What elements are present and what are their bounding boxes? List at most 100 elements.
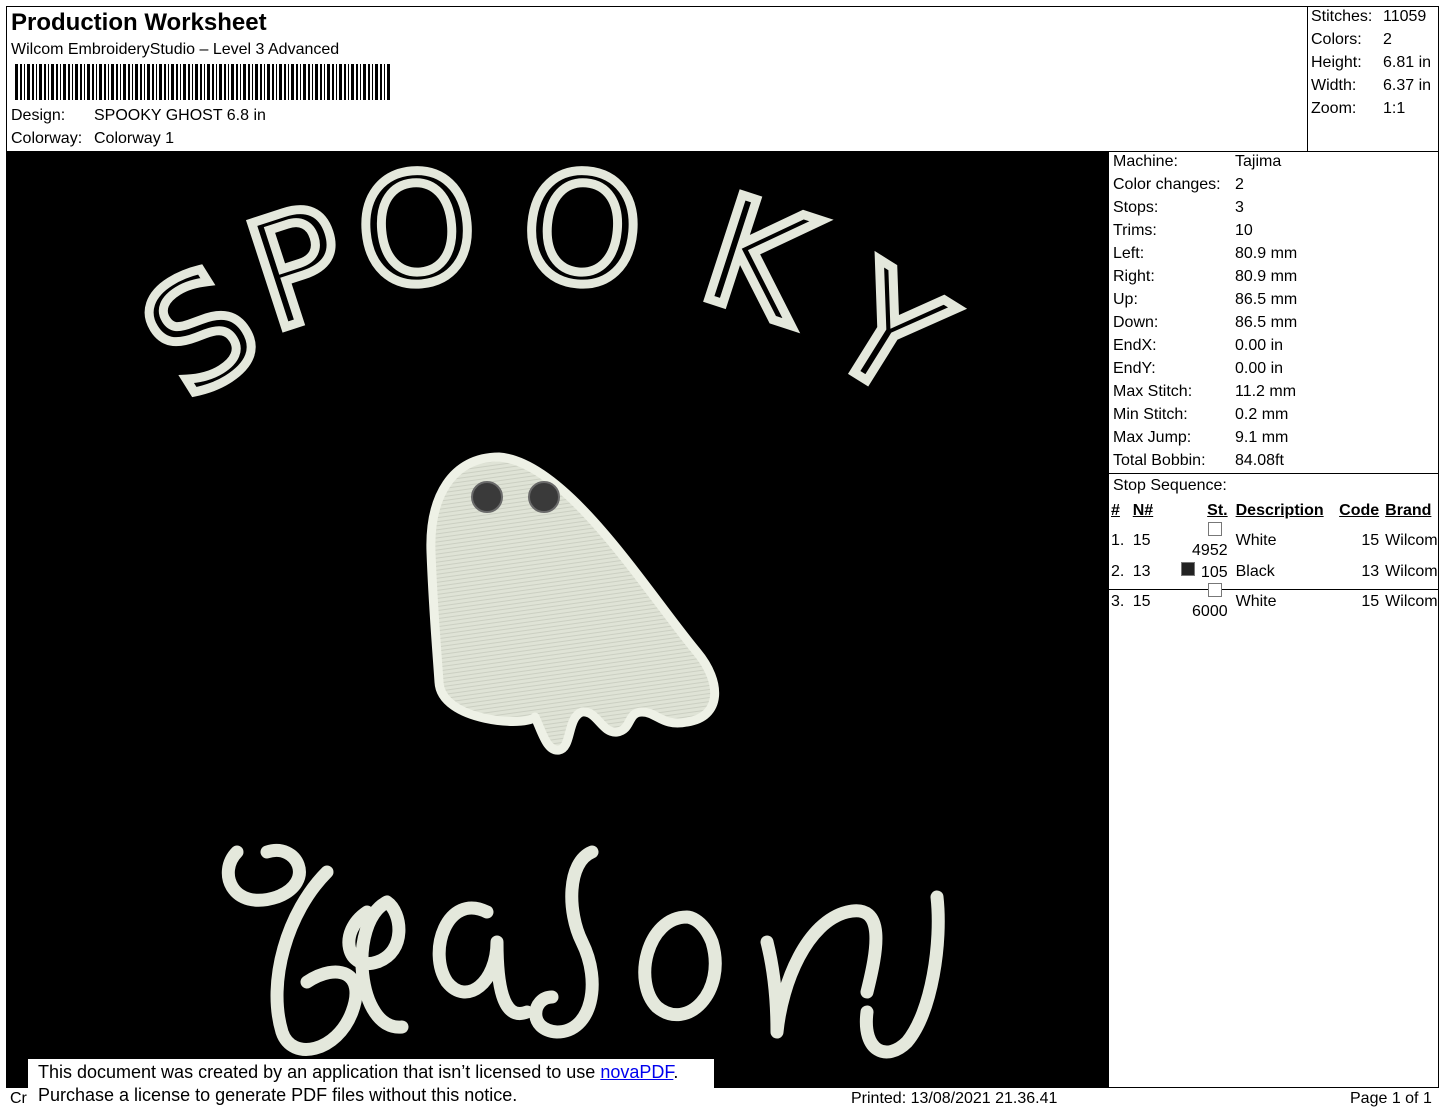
cell-text: 1.: [1111, 532, 1125, 549]
info-value: 80.9 mm: [1235, 245, 1298, 262]
barcode-bar: [200, 64, 202, 100]
machine-info-row: Machine: Tajima: [1113, 153, 1281, 171]
barcode-bar: [272, 64, 274, 100]
cell-text: Wilcom: [1385, 562, 1438, 580]
notice-text: .: [673, 1062, 679, 1082]
license-notice: This document was created by an applicat…: [28, 1059, 714, 1109]
info-value: 86.5 mm: [1235, 314, 1298, 331]
barcode-bar: [51, 64, 54, 100]
color-swatch-icon: [1207, 583, 1222, 597]
barcode-bar: [300, 64, 301, 100]
info-value: 86.5 mm: [1235, 291, 1298, 308]
machine-info-row: Total Bobbin: 84.08ft: [1113, 452, 1284, 470]
barcode-bar: [75, 64, 78, 100]
barcode-bar: [84, 64, 85, 100]
machine-info-row: Up: 86.5 mm: [1113, 291, 1297, 309]
info-value: Tajima: [1235, 153, 1282, 170]
cell-text: 105: [1200, 563, 1228, 581]
info-value: 84.08ft: [1235, 452, 1284, 469]
footer-printed: Printed: 13/08/2021 21.36.41: [851, 1090, 1058, 1107]
barcode-bar: [279, 64, 282, 100]
barcode-bar: [171, 64, 174, 100]
barcode-bar: [264, 64, 265, 100]
barcode-bar: [63, 64, 66, 100]
barcode-bar: [276, 64, 277, 100]
design-label: Design:: [11, 107, 66, 124]
info-label: Up:: [1113, 291, 1138, 308]
machine-info-row: Max Jump: 9.1 mm: [1113, 429, 1288, 447]
stop-sequence-title: Stop Sequence:: [1113, 477, 1227, 494]
novapdf-link[interactable]: novaPDF: [600, 1062, 673, 1082]
column-header: St.: [1207, 501, 1228, 519]
barcode-bar: [123, 64, 126, 100]
season-letter-s1: [270, 865, 363, 1056]
machine-info-row: Trims: 10: [1113, 222, 1253, 240]
info-label: EndY:: [1113, 360, 1156, 377]
barcode-bar: [219, 64, 222, 100]
column-header: Description: [1235, 501, 1324, 519]
barcode-bar: [80, 64, 82, 100]
column-header: N#: [1132, 501, 1154, 519]
machine-info-row: Max Stitch: 11.2 mm: [1113, 383, 1296, 401]
barcode-bar: [156, 64, 157, 100]
barcode-bar: [384, 64, 385, 100]
barcode-bar: [228, 64, 229, 100]
barcode-bar: [144, 64, 145, 100]
column-header: #: [1111, 501, 1120, 519]
cell-text: White: [1235, 532, 1277, 549]
barcode-bar: [363, 64, 366, 100]
barcode-bar: [344, 64, 346, 100]
frame-border: [6, 6, 1439, 7]
colorway-value: Colorway 1: [94, 130, 175, 147]
barcode: [15, 64, 390, 100]
cell-text: White: [1235, 593, 1277, 610]
info-label: Max Jump:: [1113, 429, 1192, 446]
cell-text: 6000: [1192, 603, 1228, 620]
barcode-bar: [324, 64, 325, 100]
barcode-bar: [308, 64, 310, 100]
spooky-text: SPO O KY: [110, 152, 977, 437]
table-row: 3. 15 6000 White 15 Wilcom: [1111, 583, 1445, 621]
info-value: 10: [1235, 222, 1253, 239]
machine-info-row: Down: 86.5 mm: [1113, 314, 1297, 332]
info-value: 2: [1235, 176, 1244, 193]
table-cell-st: 105: [1172, 560, 1235, 583]
machine-info-row: EndX: 0.00 in: [1113, 337, 1283, 355]
barcode-bar: [368, 64, 370, 100]
barcode-bar: [212, 64, 214, 100]
machine-info-row: EndY: 0.00 in: [1113, 360, 1283, 378]
design-value: SPOOKY GHOST 6.8 in: [94, 107, 266, 124]
notice-text: This document was created by an applicat…: [38, 1062, 601, 1082]
barcode-bar: [387, 64, 390, 100]
barcode-bar: [296, 64, 298, 100]
info-value: 9.1 mm: [1235, 429, 1289, 446]
software-name: Wilcom EmbroideryStudio – Level 3 Advanc…: [11, 41, 340, 58]
stat-value: 2: [1383, 31, 1392, 48]
table-header-row: # N# St. Description Code Brand: [1111, 499, 1445, 522]
cell-text: 13: [1361, 562, 1380, 580]
table-cell-idx: 3.: [1111, 583, 1133, 621]
info-value: 0.2 mm: [1235, 406, 1289, 423]
spooky-letter: O: [351, 152, 484, 323]
barcode-bar: [56, 64, 58, 100]
table-cell-brand: Wilcom: [1385, 560, 1445, 583]
barcode-bar: [255, 64, 258, 100]
barcode-bar: [180, 64, 181, 100]
panel-divider: [1108, 151, 1109, 1088]
table-cell-n: 15: [1133, 583, 1172, 621]
stat-value: 1:1: [1383, 100, 1406, 117]
cell-text: Black: [1235, 562, 1275, 580]
stats-divider: [1307, 6, 1308, 152]
machine-info-row: Left: 80.9 mm: [1113, 245, 1297, 263]
table-cell-n: 15: [1133, 522, 1172, 560]
info-label: Min Stitch:: [1113, 406, 1188, 423]
barcode-bar: [320, 64, 322, 100]
cell-text: 15: [1132, 593, 1151, 610]
spooky-letter: Y: [802, 235, 973, 432]
cell-text: 13: [1132, 562, 1151, 580]
column-header: Brand: [1385, 501, 1432, 519]
stat-label: Stitches:: [1311, 8, 1373, 25]
table-cell-brand: Wilcom: [1385, 522, 1445, 560]
barcode-bar: [303, 64, 306, 100]
info-label: Down:: [1113, 314, 1159, 331]
